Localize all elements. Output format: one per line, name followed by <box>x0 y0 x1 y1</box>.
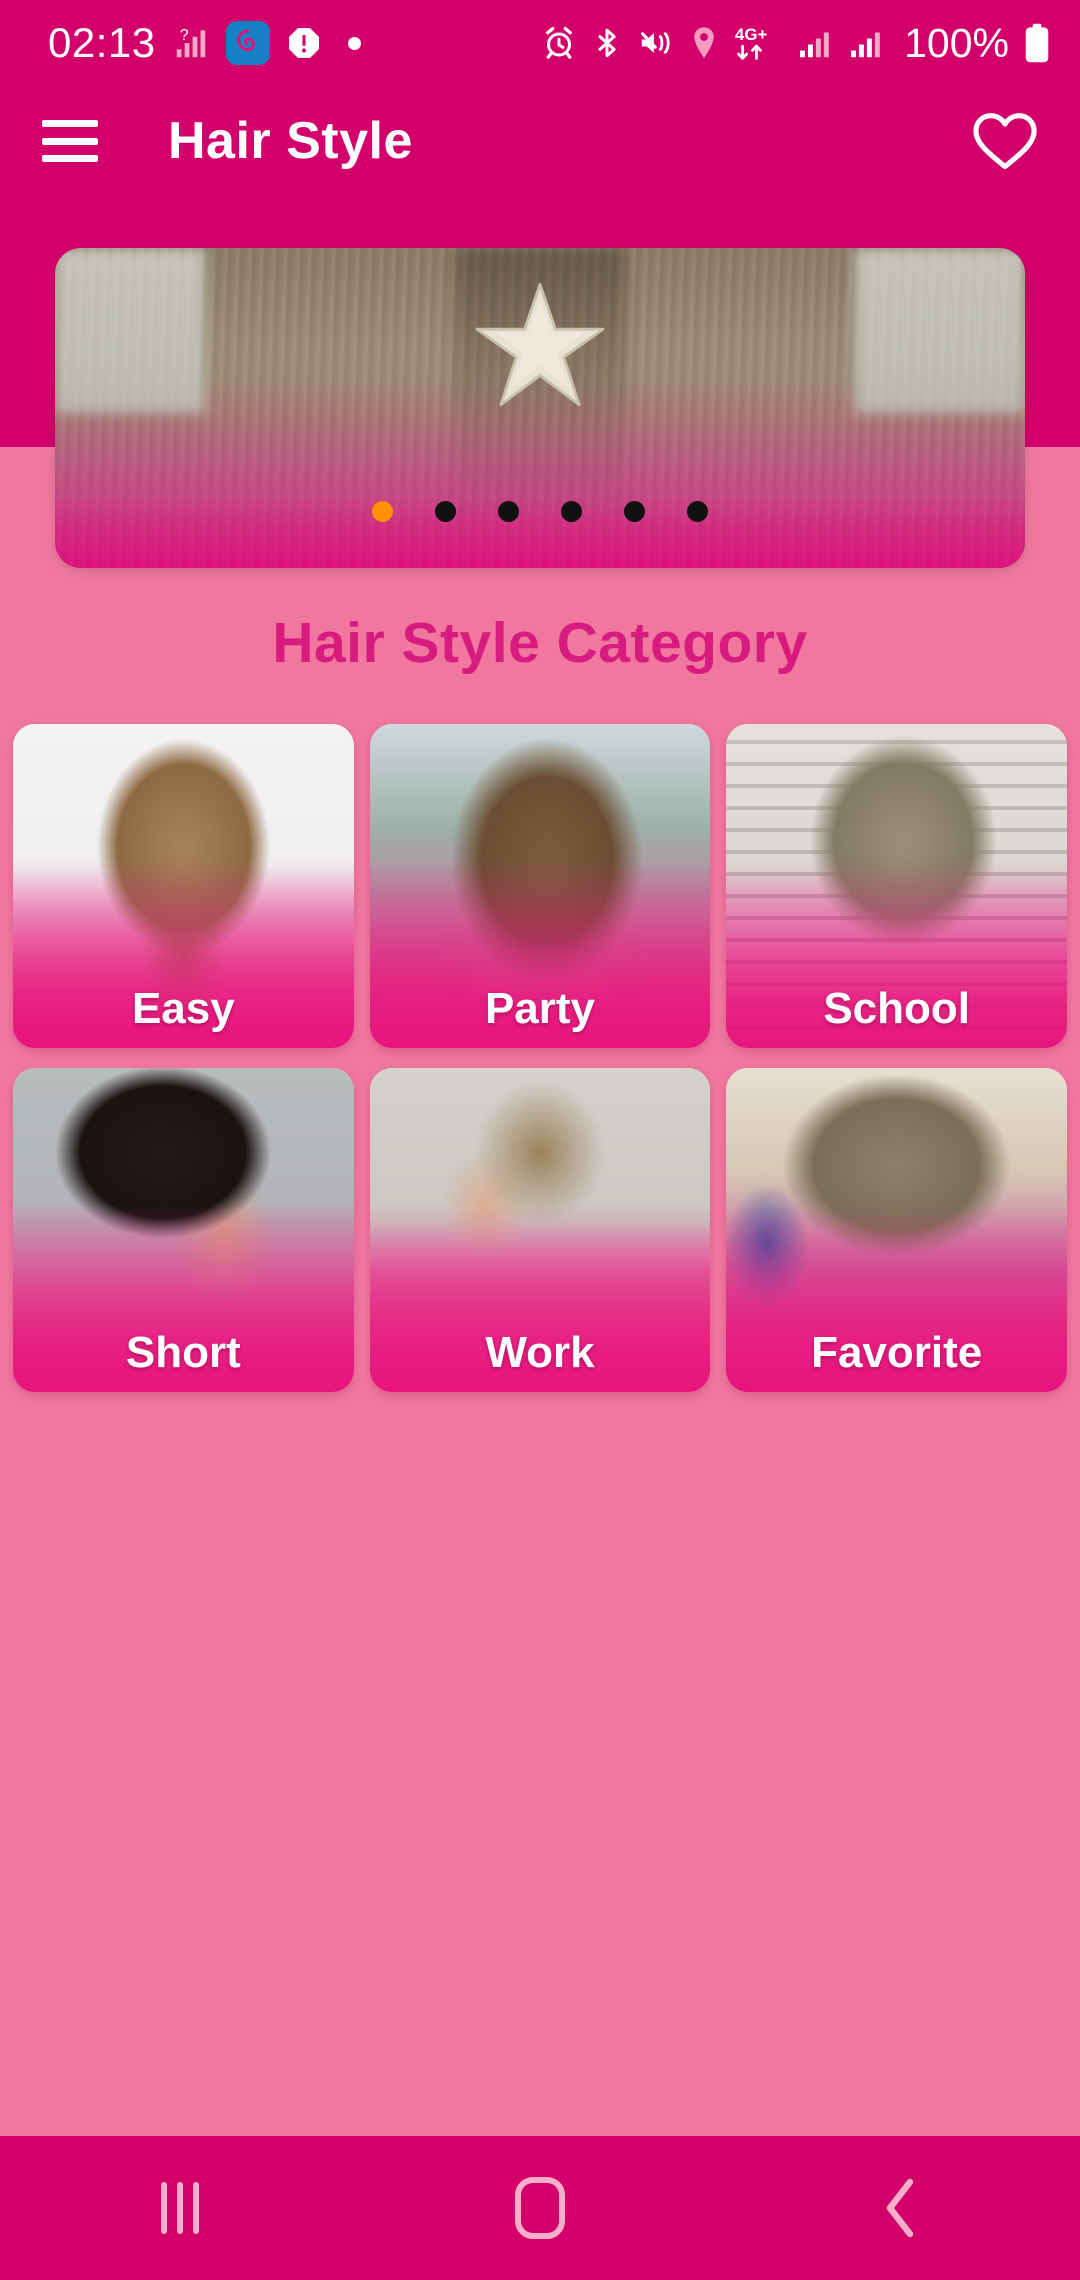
android-nav-bar <box>0 2136 1080 2280</box>
bluetooth-icon <box>590 26 624 60</box>
category-label-easy: Easy <box>131 984 235 1033</box>
carousel-page-indicators[interactable] <box>55 501 1025 522</box>
app-notification-icon <box>225 21 270 65</box>
signal-sim2-icon <box>847 25 885 61</box>
category-card-school[interactable]: School <box>726 724 1067 1048</box>
app-bar: Hair Style <box>0 86 1080 196</box>
vibrate-mute-icon <box>637 26 675 60</box>
status-bar: 02:13 ? 4G+ 100% <box>0 0 1080 86</box>
battery-icon <box>1024 23 1050 63</box>
home-icon <box>515 2177 565 2239</box>
location-icon <box>688 25 720 61</box>
home-button[interactable] <box>360 2136 720 2280</box>
back-chevron-icon <box>878 2176 922 2240</box>
signal-unknown-icon: ? <box>172 24 210 62</box>
recent-apps-icon <box>161 2182 199 2234</box>
category-card-party[interactable]: Party <box>369 724 711 1048</box>
recent-apps-button[interactable] <box>0 2136 360 2280</box>
category-label-work: Work <box>485 1328 595 1377</box>
category-label-favorite: Favorite <box>811 1328 983 1377</box>
svg-text:4G+: 4G+ <box>735 25 768 44</box>
carousel-dot-1[interactable] <box>372 501 393 522</box>
category-card-easy[interactable]: Easy <box>13 724 354 1048</box>
category-card-favorite[interactable]: Favorite <box>726 1068 1067 1392</box>
carousel-dot-3[interactable] <box>498 501 519 522</box>
svg-text:?: ? <box>180 27 189 44</box>
category-card-short[interactable]: Short <box>13 1068 354 1392</box>
carousel-dot-2[interactable] <box>435 501 456 522</box>
banner-carousel[interactable] <box>55 248 1025 568</box>
carousel-dot-6[interactable] <box>687 501 708 522</box>
category-label-short: Short <box>125 1328 241 1377</box>
carousel-dot-5[interactable] <box>624 501 645 522</box>
carousel-dot-4[interactable] <box>561 501 582 522</box>
category-grid: Easy Party School Short Work Favorite <box>13 724 1067 1392</box>
category-card-work[interactable]: Work <box>369 1068 711 1392</box>
error-notification-icon <box>286 25 322 61</box>
dot-notification-icon <box>347 36 361 50</box>
page-title: Hair Style <box>168 112 413 170</box>
status-time: 02:13 <box>48 19 156 66</box>
status-bar-left: 02:13 ? <box>48 21 361 65</box>
starfish-hairclip-icon <box>475 283 605 407</box>
category-label-school: School <box>823 984 970 1033</box>
section-title: Hair Style Category <box>272 611 808 675</box>
battery-percent-label: 100% <box>904 19 1009 66</box>
back-button[interactable] <box>720 2136 1080 2280</box>
alarm-icon <box>541 25 577 61</box>
signal-sim1-icon <box>796 25 834 61</box>
heart-outline-icon[interactable] <box>970 108 1040 174</box>
hamburger-menu-icon[interactable] <box>42 120 98 162</box>
network-4g-plus-icon: 4G+ <box>733 23 783 63</box>
category-label-party: Party <box>484 984 596 1033</box>
status-bar-right: 4G+ 100% <box>541 20 1050 67</box>
